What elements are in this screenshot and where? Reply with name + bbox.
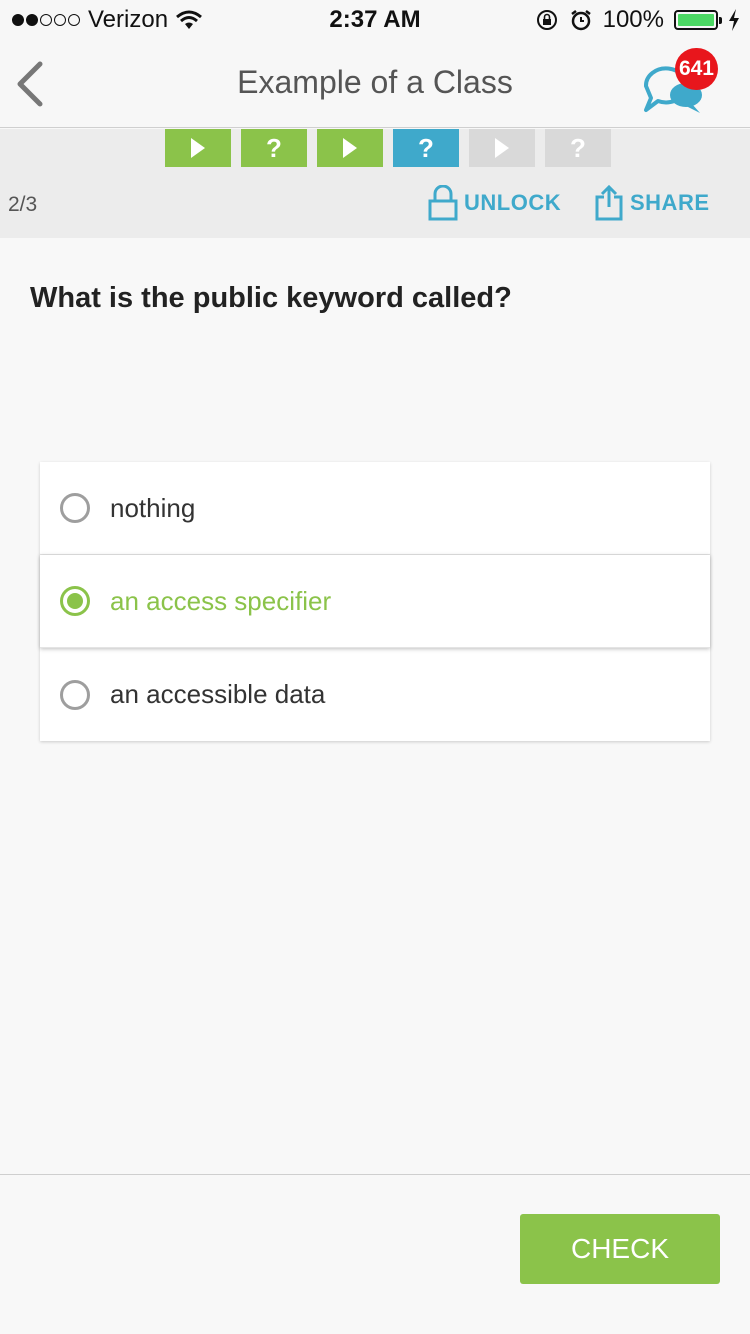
lesson-step-2-quiz[interactable]: ? <box>241 129 307 167</box>
page-title: Example of a Class <box>237 64 513 100</box>
lock-icon <box>428 185 458 221</box>
answer-option[interactable]: an accessible data <box>40 648 710 741</box>
lesson-step-6-quiz[interactable]: ? <box>545 129 611 167</box>
alarm-icon <box>570 10 591 31</box>
share-button[interactable]: SHARE <box>594 185 710 221</box>
radio-unselected-icon[interactable] <box>60 493 90 523</box>
answer-option[interactable]: nothing <box>40 462 710 555</box>
answer-options: nothing an access specifier an accessible … <box>40 462 710 741</box>
question-mark-icon: ? <box>418 132 434 163</box>
share-label: SHARE <box>630 190 710 215</box>
lesson-step-4-quiz[interactable]: ? <box>393 129 459 167</box>
status-right: 100% <box>535 6 740 34</box>
bottom-bar: CHECK <box>0 1174 750 1334</box>
play-icon <box>495 138 509 158</box>
lesson-step-1-play[interactable] <box>165 129 231 167</box>
lesson-step-5-play[interactable] <box>469 129 535 167</box>
lesson-steps: ??? <box>165 129 611 167</box>
question-mark-icon: ? <box>570 132 586 163</box>
unlock-label: UNLOCK <box>464 190 562 215</box>
radio-selected-icon[interactable] <box>60 586 90 616</box>
play-icon <box>343 138 357 158</box>
lesson-progress: ??? 2/3 UNLOCK SHARE <box>0 129 750 238</box>
question-mark-icon: ? <box>266 132 282 163</box>
notification-badge: 641 <box>674 48 718 90</box>
answer-option-label: an accessible data <box>110 679 326 709</box>
question-text: What is the public keyword called? <box>30 282 512 314</box>
check-button[interactable]: CHECK <box>520 1214 720 1284</box>
question-counter: 2/3 <box>8 193 38 216</box>
nav-bar: Example of a Class 641 <box>0 40 750 128</box>
battery-icon <box>674 10 722 30</box>
lesson-step-3-play[interactable] <box>317 129 383 167</box>
share-icon <box>595 185 623 221</box>
charging-bolt-icon <box>729 9 739 31</box>
answer-option-label: an access specifier <box>110 585 332 616</box>
unlock-button[interactable]: UNLOCK <box>428 185 561 221</box>
answer-option-label: nothing <box>110 492 196 523</box>
status-bar: Verizon 2:37 AM 100% <box>0 0 750 40</box>
battery-percent: 100% <box>602 6 664 33</box>
play-icon <box>191 138 205 158</box>
orientation-lock-icon <box>536 10 557 30</box>
answer-option[interactable]: an access specifier <box>40 555 710 648</box>
radio-unselected-icon[interactable] <box>60 679 90 710</box>
